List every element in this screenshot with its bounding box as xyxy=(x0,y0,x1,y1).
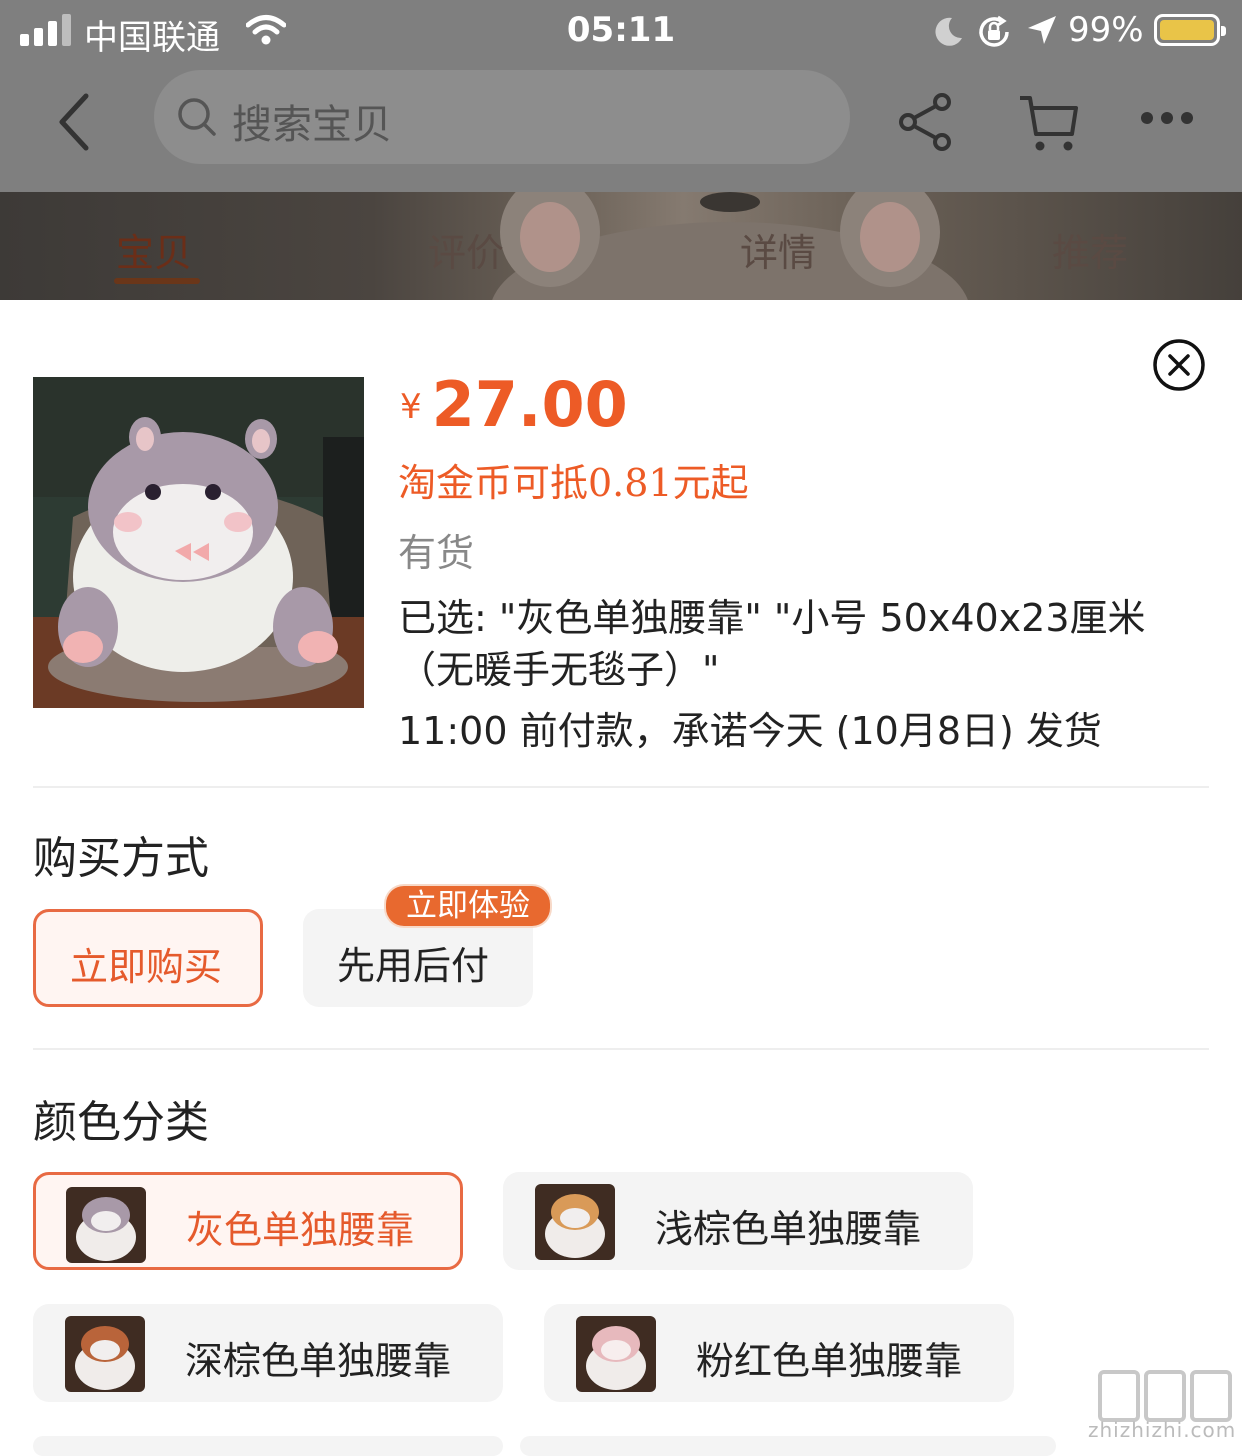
status-bar: 中国联通 05:11 99% xyxy=(0,0,1242,64)
color-option-partial[interactable] xyxy=(33,1436,503,1456)
color-thumbnail xyxy=(576,1316,656,1392)
hamster-thumb-icon xyxy=(65,1316,145,1392)
search-input[interactable]: 搜索宝贝 xyxy=(154,70,850,164)
product-image[interactable] xyxy=(33,377,364,708)
hamster-thumb-icon xyxy=(535,1184,615,1260)
hamster-plush-icon xyxy=(33,377,364,708)
color-option-dark-brown[interactable]: 深棕色单独腰靠 xyxy=(33,1304,503,1402)
purchase-method-title: 购买方式 xyxy=(33,833,209,884)
close-icon[interactable] xyxy=(1152,338,1206,392)
more-icon[interactable] xyxy=(1140,110,1194,126)
hamster-thumb-icon xyxy=(66,1187,146,1263)
color-option-pink[interactable]: 粉红色单独腰靠 xyxy=(544,1304,1014,1402)
try-now-badge: 立即体验 xyxy=(386,886,550,926)
hamster-image-icon xyxy=(492,192,968,300)
tab-xiangqing[interactable]: 详情 xyxy=(740,222,816,277)
buy-now-option[interactable]: 立即购买 xyxy=(33,909,263,1007)
color-thumbnail xyxy=(65,1316,145,1392)
divider xyxy=(33,1048,1209,1050)
battery-icon xyxy=(1154,14,1226,46)
battery-percent: 99% xyxy=(1068,10,1144,50)
rotation-lock-icon xyxy=(979,15,1009,47)
color-option-label: 浅棕色单独腰靠 xyxy=(655,1207,922,1251)
cart-icon[interactable] xyxy=(1018,94,1080,154)
moon-icon xyxy=(935,17,962,46)
stock-status: 有货 xyxy=(398,531,475,575)
color-option-label: 粉红色单独腰靠 xyxy=(696,1339,963,1383)
sku-sheet: ¥27.00 淘金币可抵0.81元起 有货 已选: "灰色单独腰靠" "小号 5… xyxy=(0,300,1242,1456)
search-placeholder: 搜索宝贝 xyxy=(232,102,392,148)
color-option-label: 灰色单独腰靠 xyxy=(186,1208,415,1252)
color-thumbnail xyxy=(66,1187,146,1263)
tab-pingjia[interactable]: 评价 xyxy=(428,222,504,277)
tab-tuijian[interactable]: 推荐 xyxy=(1052,222,1128,277)
color-option-partial[interactable] xyxy=(520,1436,1056,1456)
currency-symbol: ¥ xyxy=(400,387,422,427)
buy-now-label: 立即购买 xyxy=(70,945,223,989)
price-value: 27.00 xyxy=(431,368,628,441)
back-icon[interactable] xyxy=(52,90,96,154)
color-option-gray[interactable]: 灰色单独腰靠 xyxy=(33,1172,463,1270)
divider xyxy=(33,786,1209,788)
color-option-label: 深棕色单独腰靠 xyxy=(185,1339,452,1383)
location-icon xyxy=(1028,16,1056,44)
coin-discount-note: 淘金币可抵0.81元起 xyxy=(398,461,749,505)
background-app: 中国联通 05:11 99% 搜索宝贝 宝贝 评价 详情 推荐 xyxy=(0,0,1242,300)
tab-strip: 宝贝 评价 详情 推荐 xyxy=(0,192,1242,300)
shipping-promise: 11:00 前付款，承诺今天 (10月8日) 发货 xyxy=(398,709,1102,753)
top-navigation: 搜索宝贝 xyxy=(0,64,1242,192)
search-icon xyxy=(178,98,216,136)
color-category-title: 颜色分类 xyxy=(33,1097,209,1148)
price: ¥27.00 xyxy=(400,368,628,441)
active-tab-underline xyxy=(114,278,200,284)
selected-summary: 已选: "灰色单独腰靠" "小号 50x40x23厘米（无暖手无毯子）" xyxy=(398,596,1146,692)
tab-baobei[interactable]: 宝贝 xyxy=(116,222,192,277)
color-thumbnail xyxy=(535,1184,615,1260)
share-icon[interactable] xyxy=(898,92,954,152)
hamster-thumb-icon xyxy=(576,1316,656,1392)
pay-later-label: 先用后付 xyxy=(337,944,490,988)
color-option-light-brown[interactable]: 浅棕色单独腰靠 xyxy=(503,1172,973,1270)
watermark-text: zhizhizhi.com xyxy=(1088,1418,1237,1442)
